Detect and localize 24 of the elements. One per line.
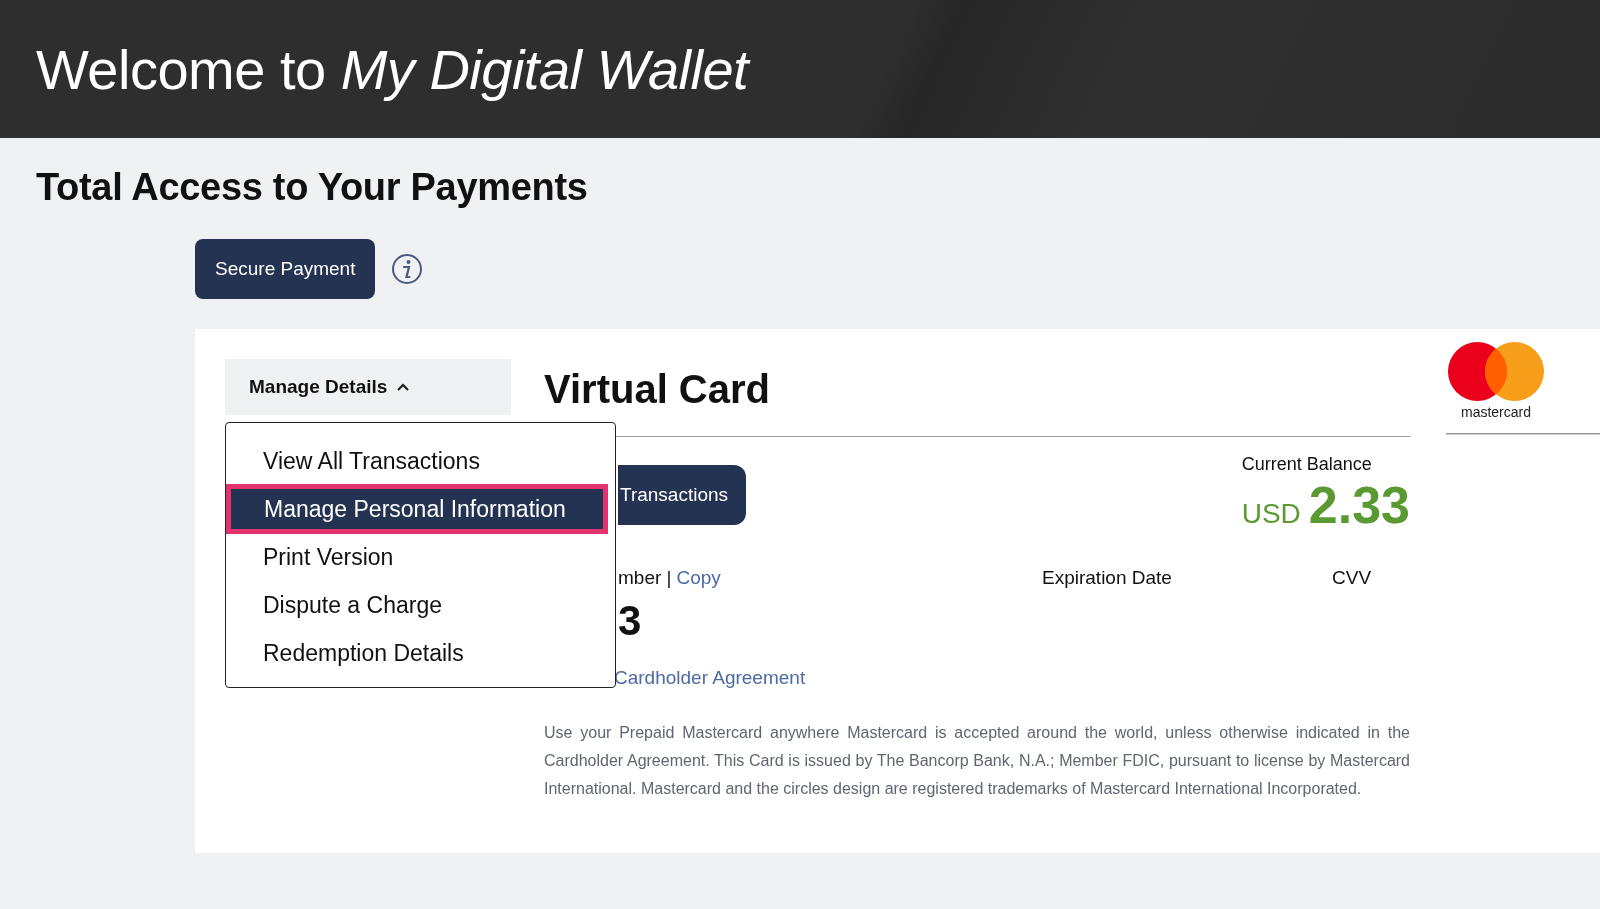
- menu-item[interactable]: Print Version: [226, 533, 615, 581]
- welcome-title: Welcome to My Digital Wallet: [36, 36, 749, 102]
- balance-label: Current Balance: [1241, 454, 1372, 475]
- balance-amount: 2.33: [1308, 475, 1410, 535]
- manage-details-dropdown[interactable]: Manage Details: [225, 359, 511, 415]
- cardholder-agreement-link[interactable]: Cardholder Agreement: [614, 667, 806, 689]
- expiration-date-label: Expiration Date: [1042, 567, 1173, 589]
- menu-item[interactable]: Dispute a Charge: [226, 581, 615, 629]
- brand-name: mastercard: [1461, 404, 1531, 420]
- page-title: Total Access to Your Payments: [36, 166, 589, 209]
- card-title: Virtual Card: [544, 367, 771, 412]
- secure-payment-button[interactable]: Secure Payment: [195, 239, 376, 299]
- info-icon[interactable]: [391, 253, 424, 285]
- disclaimer-text: Use your Prepaid Mastercard anywhere Mastercard is accepted around the world, unless otherwise indicated in the Cardholder Agreement. This Card is issued by The Bancorp Bank, N.A.; Member FDIC, pursuant to license by Mastercard International. Mastercard and the circles design are registered trademarks of Mastercard International Incorporated.: [544, 723, 1410, 799]
- menu-item[interactable]: View All Transactions: [226, 437, 615, 485]
- cvv-label: CVV: [1332, 567, 1372, 589]
- menu-item[interactable]: Redemption Details: [226, 629, 615, 677]
- copy-link[interactable]: Copy: [676, 567, 721, 589]
- overlapping-circles-icon: [1447, 341, 1545, 402]
- currency-label: USD: [1241, 498, 1301, 530]
- menu-item[interactable]: Manage Personal Information: [227, 485, 607, 533]
- card-number-value: 3: [618, 597, 643, 645]
- card-number-label: mber |: [618, 567, 672, 589]
- transactions-button[interactable]: Transactions: [618, 465, 747, 525]
